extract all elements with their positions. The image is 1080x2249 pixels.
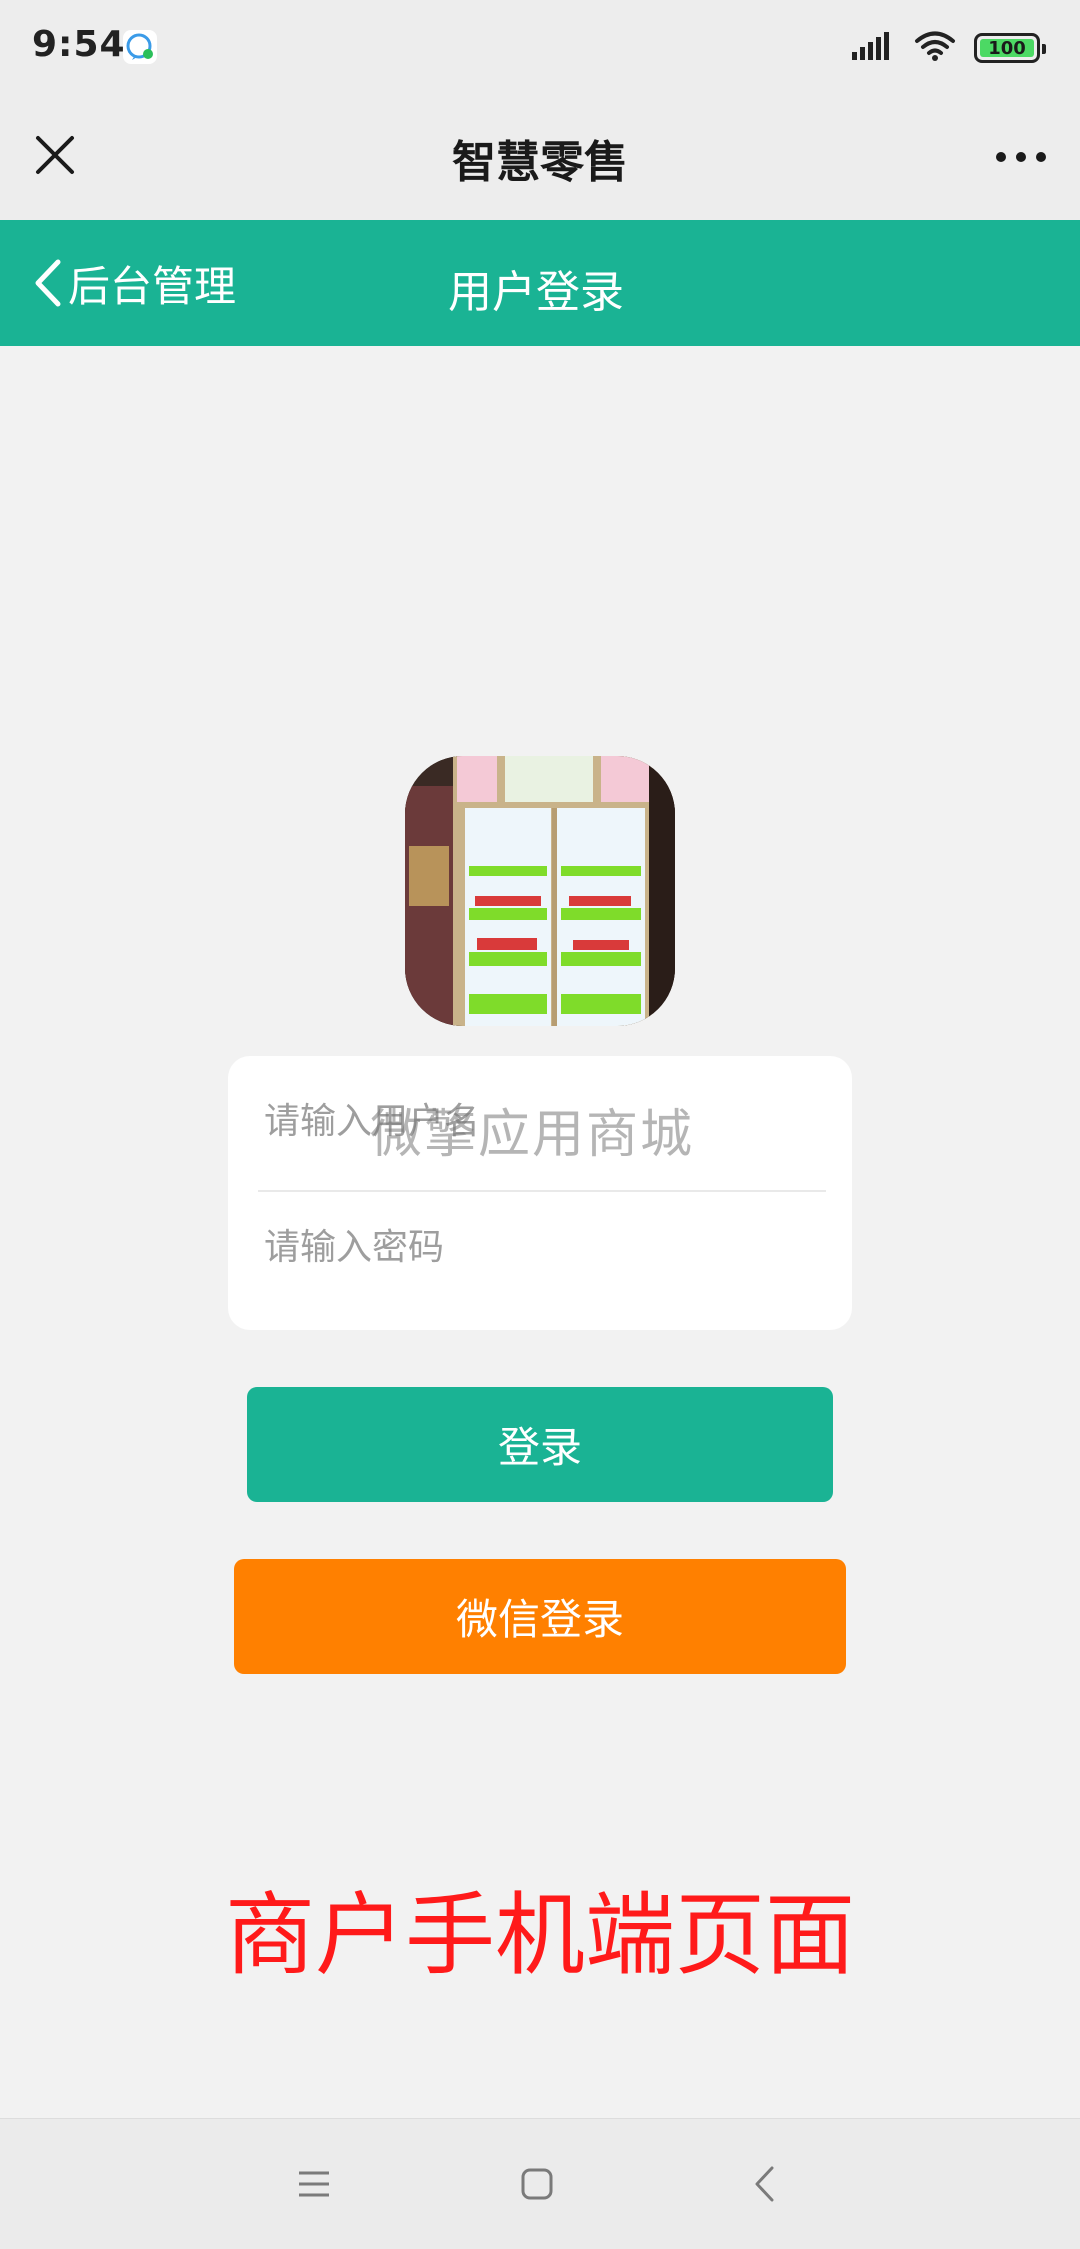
battery-level: 100 — [988, 37, 1026, 59]
mini-program-title-bar: 智慧零售 — [0, 96, 1080, 220]
recent-apps-button[interactable] — [282, 2152, 346, 2216]
login-button[interactable]: 登录 — [247, 1387, 833, 1502]
signal-icon — [852, 30, 896, 66]
promo-caption: 商户手机端页面 — [225, 1883, 855, 1988]
menu-icon — [299, 2171, 329, 2197]
home-button[interactable] — [505, 2152, 569, 2216]
back-label: 后台管理 — [68, 261, 237, 311]
username-input[interactable] — [258, 1066, 822, 1176]
more-icon-dot — [1036, 152, 1046, 162]
password-input[interactable] — [258, 1192, 822, 1302]
window-title: 智慧零售 — [452, 137, 628, 188]
page-title: 用户登录 — [448, 267, 624, 318]
wechat-login-button[interactable]: 微信登录 — [234, 1559, 846, 1674]
system-nav-bar — [0, 2118, 1080, 2249]
status-time: 9:54 — [32, 24, 126, 65]
battery-icon: 100 — [974, 33, 1046, 63]
wifi-icon — [914, 30, 956, 66]
back-to-admin-button[interactable]: 后台管理 — [30, 250, 236, 316]
battery-tip — [1042, 44, 1046, 54]
status-icons: 100 — [852, 28, 1046, 68]
more-button[interactable] — [990, 128, 1052, 186]
password-field-wrapper — [258, 1192, 822, 1302]
username-field-wrapper — [258, 1066, 822, 1176]
system-back-button[interactable] — [732, 2152, 796, 2216]
home-icon — [521, 2168, 553, 2200]
login-form-card — [228, 1056, 852, 1330]
back-icon — [755, 2166, 774, 2202]
chevron-left-icon — [35, 259, 61, 307]
more-icon-dot — [1016, 152, 1026, 162]
wechat-notification-icon — [123, 30, 157, 64]
vending-fridge-logo — [405, 756, 675, 1026]
page-header: 后台管理 用户登录 — [0, 220, 1080, 346]
more-icon-dot — [996, 152, 1006, 162]
status-bar: 9:54 100 — [0, 0, 1080, 96]
